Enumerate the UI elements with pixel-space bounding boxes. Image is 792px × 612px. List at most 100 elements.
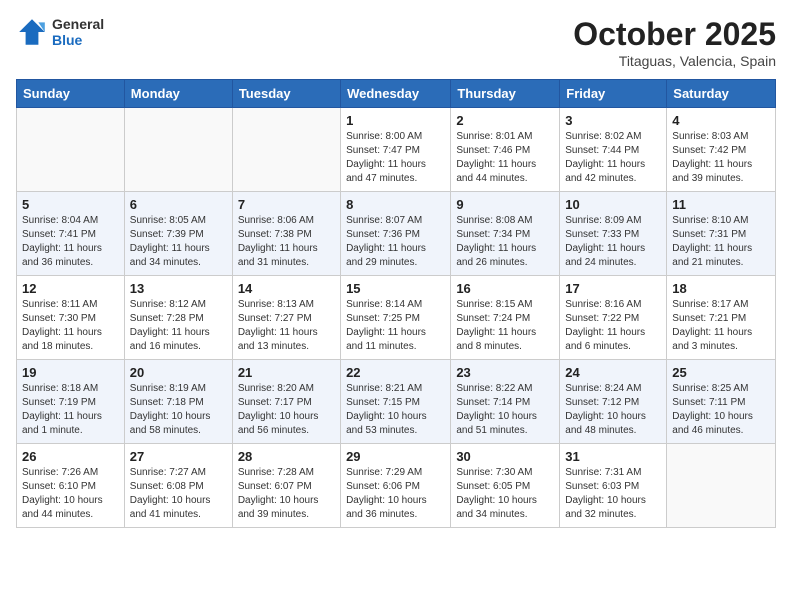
calendar-cell: 22 Sunrise: 8:21 AM Sunset: 7:15 PM Dayli…: [341, 360, 451, 444]
day-info: Sunrise: 8:16 AM Sunset: 7:22 PM Dayligh…: [565, 298, 661, 354]
calendar-cell: 16 Sunrise: 8:15 AM Sunset: 7:24 PM Dayli…: [451, 276, 560, 360]
day-info: Sunrise: 8:08 AM Sunset: 7:34 PM Dayligh…: [456, 214, 554, 270]
weekday-header-tuesday: Tuesday: [232, 80, 340, 108]
day-info: Sunrise: 8:06 AM Sunset: 7:38 PM Dayligh…: [238, 214, 335, 270]
calendar-body: 1Sunrise: 8:00 AM Sunset: 7:47 PM Daylig…: [17, 108, 776, 528]
day-number: 16: [456, 281, 554, 296]
day-info: Sunrise: 8:15 AM Sunset: 7:24 PM Dayligh…: [456, 298, 554, 354]
weekday-header-thursday: Thursday: [451, 80, 560, 108]
day-number: 18: [672, 281, 770, 296]
day-info: Sunrise: 8:09 AM Sunset: 7:33 PM Dayligh…: [565, 214, 661, 270]
day-info: Sunrise: 7:29 AM Sunset: 6:06 PM Dayligh…: [346, 466, 445, 522]
day-info: Sunrise: 8:20 AM Sunset: 7:17 PM Dayligh…: [238, 382, 335, 438]
day-info: Sunrise: 8:07 AM Sunset: 7:36 PM Dayligh…: [346, 214, 445, 270]
calendar-cell: 30 Sunrise: 7:30 AM Sunset: 6:05 PM Dayli…: [451, 444, 560, 528]
day-number: 13: [130, 281, 227, 296]
day-number: 21: [238, 365, 335, 380]
day-number: 15: [346, 281, 445, 296]
day-number: 11: [672, 197, 770, 212]
logo-icon: [16, 16, 48, 48]
day-number: 12: [22, 281, 119, 296]
calendar-cell: [232, 108, 340, 192]
logo-general-text: General: [52, 16, 104, 32]
day-number: 28: [238, 449, 335, 464]
calendar-cell: 18Sunrise: 8:17 AM Sunset: 7:21 PM Dayli…: [667, 276, 776, 360]
day-info: Sunrise: 8:04 AM Sunset: 7:41 PM Dayligh…: [22, 214, 119, 270]
day-number: 30: [456, 449, 554, 464]
day-info: Sunrise: 8:02 AM Sunset: 7:44 PM Dayligh…: [565, 130, 661, 186]
week-row-4: 19Sunrise: 8:18 AM Sunset: 7:19 PM Dayli…: [17, 360, 776, 444]
day-info: Sunrise: 8:05 AM Sunset: 7:39 PM Dayligh…: [130, 214, 227, 270]
day-info: Sunrise: 8:12 AM Sunset: 7:28 PM Dayligh…: [130, 298, 227, 354]
logo-text: General Blue: [52, 16, 104, 48]
day-number: 20: [130, 365, 227, 380]
day-info: Sunrise: 7:30 AM Sunset: 6:05 PM Dayligh…: [456, 466, 554, 522]
day-info: Sunrise: 8:22 AM Sunset: 7:14 PM Dayligh…: [456, 382, 554, 438]
day-info: Sunrise: 8:18 AM Sunset: 7:19 PM Dayligh…: [22, 382, 119, 438]
calendar-cell: 8 Sunrise: 8:07 AM Sunset: 7:36 PM Daylig…: [341, 192, 451, 276]
day-number: 24: [565, 365, 661, 380]
calendar-cell: 5 Sunrise: 8:04 AM Sunset: 7:41 PM Daylig…: [17, 192, 125, 276]
calendar-cell: 19Sunrise: 8:18 AM Sunset: 7:19 PM Dayli…: [17, 360, 125, 444]
day-number: 22: [346, 365, 445, 380]
calendar-cell: 27 Sunrise: 7:27 AM Sunset: 6:08 PM Dayli…: [124, 444, 232, 528]
calendar-cell: 26 Sunrise: 7:26 AM Sunset: 6:10 PM Dayli…: [17, 444, 125, 528]
calendar-cell: 15 Sunrise: 8:14 AM Sunset: 7:25 PM Dayli…: [341, 276, 451, 360]
calendar-cell: 9 Sunrise: 8:08 AM Sunset: 7:34 PM Daylig…: [451, 192, 560, 276]
week-row-1: 1Sunrise: 8:00 AM Sunset: 7:47 PM Daylig…: [17, 108, 776, 192]
day-info: Sunrise: 8:14 AM Sunset: 7:25 PM Dayligh…: [346, 298, 445, 354]
day-info: Sunrise: 8:13 AM Sunset: 7:27 PM Dayligh…: [238, 298, 335, 354]
day-number: 8: [346, 197, 445, 212]
calendar-cell: 12 Sunrise: 8:11 AM Sunset: 7:30 PM Dayli…: [17, 276, 125, 360]
weekday-header-wednesday: Wednesday: [341, 80, 451, 108]
calendar-cell: 6 Sunrise: 8:05 AM Sunset: 7:39 PM Daylig…: [124, 192, 232, 276]
day-info: Sunrise: 8:00 AM Sunset: 7:47 PM Dayligh…: [346, 130, 445, 186]
calendar-cell: 13 Sunrise: 8:12 AM Sunset: 7:28 PM Dayli…: [124, 276, 232, 360]
day-number: 9: [456, 197, 554, 212]
day-info: Sunrise: 8:21 AM Sunset: 7:15 PM Dayligh…: [346, 382, 445, 438]
calendar-cell: 3 Sunrise: 8:02 AM Sunset: 7:44 PM Daylig…: [560, 108, 667, 192]
day-number: 14: [238, 281, 335, 296]
calendar-cell: 4Sunrise: 8:03 AM Sunset: 7:42 PM Daylig…: [667, 108, 776, 192]
title-block: October 2025 Titaguas, Valencia, Spain: [573, 16, 776, 69]
calendar-cell: 1Sunrise: 8:00 AM Sunset: 7:47 PM Daylig…: [341, 108, 451, 192]
calendar-cell: 28 Sunrise: 7:28 AM Sunset: 6:07 PM Dayli…: [232, 444, 340, 528]
day-info: Sunrise: 7:27 AM Sunset: 6:08 PM Dayligh…: [130, 466, 227, 522]
weekday-header-monday: Monday: [124, 80, 232, 108]
calendar-cell: [667, 444, 776, 528]
day-info: Sunrise: 7:28 AM Sunset: 6:07 PM Dayligh…: [238, 466, 335, 522]
weekday-header-row: SundayMondayTuesdayWednesdayThursdayFrid…: [17, 80, 776, 108]
day-number: 26: [22, 449, 119, 464]
day-info: Sunrise: 8:10 AM Sunset: 7:31 PM Dayligh…: [672, 214, 770, 270]
weekday-header-sunday: Sunday: [17, 80, 125, 108]
calendar-table: SundayMondayTuesdayWednesdayThursdayFrid…: [16, 79, 776, 528]
day-number: 5: [22, 197, 119, 212]
calendar-cell: [124, 108, 232, 192]
calendar-cell: 20Sunrise: 8:19 AM Sunset: 7:18 PM Dayli…: [124, 360, 232, 444]
calendar-cell: 17Sunrise: 8:16 AM Sunset: 7:22 PM Dayli…: [560, 276, 667, 360]
weekday-header-friday: Friday: [560, 80, 667, 108]
day-info: Sunrise: 8:24 AM Sunset: 7:12 PM Dayligh…: [565, 382, 661, 438]
calendar-cell: 11 Sunrise: 8:10 AM Sunset: 7:31 PM Dayli…: [667, 192, 776, 276]
calendar-cell: 25 Sunrise: 8:25 AM Sunset: 7:11 PM Dayli…: [667, 360, 776, 444]
day-number: 23: [456, 365, 554, 380]
calendar-cell: 23 Sunrise: 8:22 AM Sunset: 7:14 PM Dayli…: [451, 360, 560, 444]
day-info: Sunrise: 8:11 AM Sunset: 7:30 PM Dayligh…: [22, 298, 119, 354]
day-number: 27: [130, 449, 227, 464]
day-number: 3: [565, 113, 661, 128]
day-info: Sunrise: 7:26 AM Sunset: 6:10 PM Dayligh…: [22, 466, 119, 522]
calendar-cell: 31Sunrise: 7:31 AM Sunset: 6:03 PM Dayli…: [560, 444, 667, 528]
day-info: Sunrise: 8:25 AM Sunset: 7:11 PM Dayligh…: [672, 382, 770, 438]
day-number: 25: [672, 365, 770, 380]
page-header: General Blue October 2025 Titaguas, Vale…: [16, 16, 776, 69]
calendar-cell: 2Sunrise: 8:01 AM Sunset: 7:46 PM Daylig…: [451, 108, 560, 192]
day-number: 7: [238, 197, 335, 212]
month-title: October 2025: [573, 16, 776, 53]
week-row-5: 26 Sunrise: 7:26 AM Sunset: 6:10 PM Dayli…: [17, 444, 776, 528]
day-number: 2: [456, 113, 554, 128]
day-info: Sunrise: 8:03 AM Sunset: 7:42 PM Dayligh…: [672, 130, 770, 186]
calendar-cell: 7 Sunrise: 8:06 AM Sunset: 7:38 PM Daylig…: [232, 192, 340, 276]
calendar-cell: 10Sunrise: 8:09 AM Sunset: 7:33 PM Dayli…: [560, 192, 667, 276]
day-number: 6: [130, 197, 227, 212]
calendar-header: SundayMondayTuesdayWednesdayThursdayFrid…: [17, 80, 776, 108]
